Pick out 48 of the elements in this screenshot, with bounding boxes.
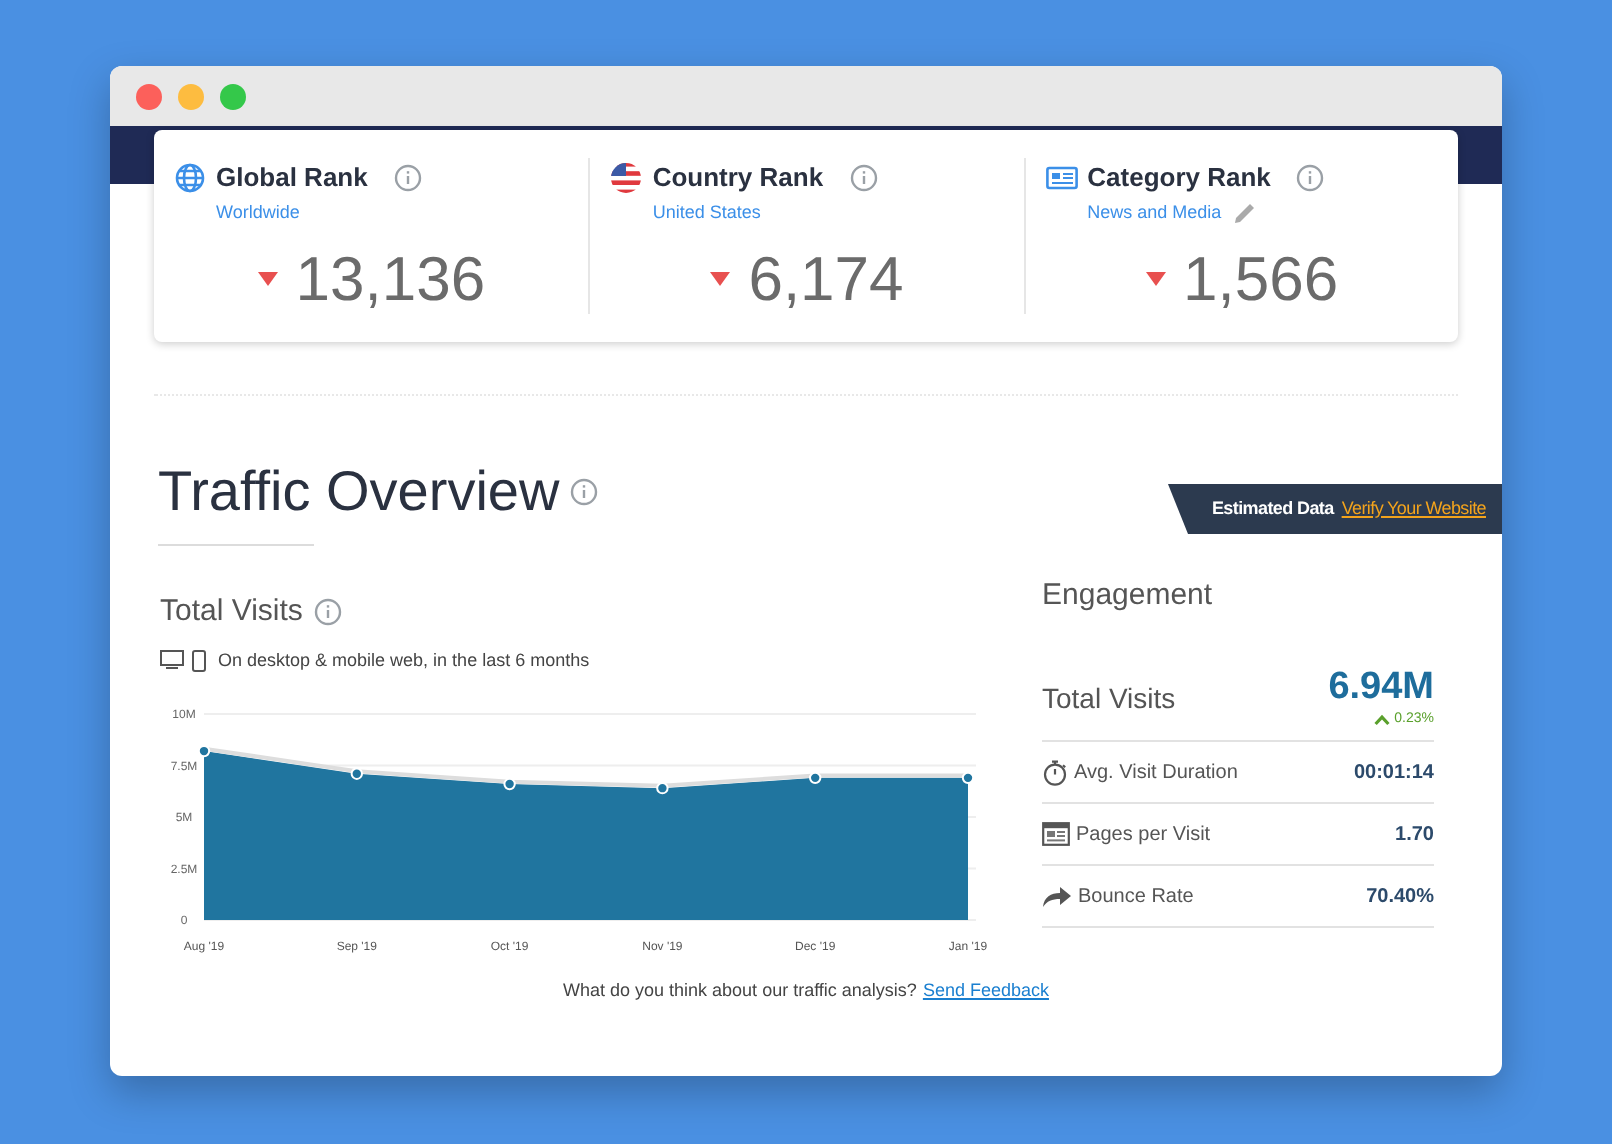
minimize-button[interactable] — [178, 83, 204, 109]
data-point — [961, 771, 975, 785]
info-icon[interactable] — [1296, 163, 1325, 192]
data-point — [503, 777, 516, 791]
data-point — [350, 767, 363, 780]
metric-value: 00:01:14 — [1353, 759, 1434, 787]
chart-title: Total Visits — [160, 592, 303, 632]
total-visits-value: 6.94M — [1328, 667, 1434, 705]
newspaper-icon — [1045, 163, 1078, 192]
total-visits-label: Total Visits — [1042, 680, 1176, 718]
rank-subtitle[interactable]: News and Media — [1087, 199, 1222, 226]
engagement-title: Engagement — [1042, 576, 1215, 616]
flag-icon — [610, 161, 643, 194]
info-icon[interactable] — [569, 478, 598, 506]
globe-icon — [174, 161, 206, 194]
rank-value: 1,566 — [1183, 248, 1339, 310]
rank-title: Global Rank — [216, 160, 368, 196]
info-icon[interactable] — [314, 598, 343, 627]
info-icon[interactable] — [393, 163, 422, 192]
zoom-button[interactable] — [220, 83, 246, 109]
close-button[interactable] — [136, 83, 162, 109]
feedback-question: What do you think about our traffic analysis? — [563, 978, 917, 1004]
data-point — [809, 771, 822, 785]
rank-title: Category Rank — [1087, 160, 1271, 196]
metric-label: Bounce Rate — [1078, 883, 1194, 911]
stopwatch-icon — [1042, 759, 1068, 785]
metric-value: 70.40% — [1366, 883, 1434, 911]
browser-window-icon — [1042, 822, 1070, 846]
rank-value: 13,136 — [295, 248, 486, 310]
desktop-icon — [160, 650, 184, 671]
pencil-icon[interactable] — [1233, 201, 1256, 224]
data-point — [656, 781, 669, 795]
rank-title: Country Rank — [652, 160, 824, 196]
rank-subtitle[interactable]: Worldwide — [216, 199, 300, 226]
metric-label: Pages per Visit — [1076, 821, 1211, 849]
rank-value: 6,174 — [748, 248, 904, 310]
verify-link[interactable]: Verify Your Website — [1341, 495, 1486, 523]
chart-note: On desktop & mobile web, in the last 6 months — [218, 647, 590, 674]
rank-subtitle[interactable]: United States — [652, 199, 761, 226]
mobile-icon — [192, 649, 206, 672]
send-feedback-link[interactable]: Send Feedback — [922, 978, 1049, 1005]
curved-arrow-icon — [1042, 885, 1072, 907]
section-title: Traffic Overview — [158, 464, 560, 520]
data-point — [197, 744, 211, 758]
metric-label: Avg. Visit Duration — [1074, 759, 1238, 787]
estimated-data-label: Estimated Data — [1211, 495, 1334, 522]
metric-value: 1.70 — [1395, 821, 1434, 849]
info-icon[interactable] — [849, 163, 878, 192]
